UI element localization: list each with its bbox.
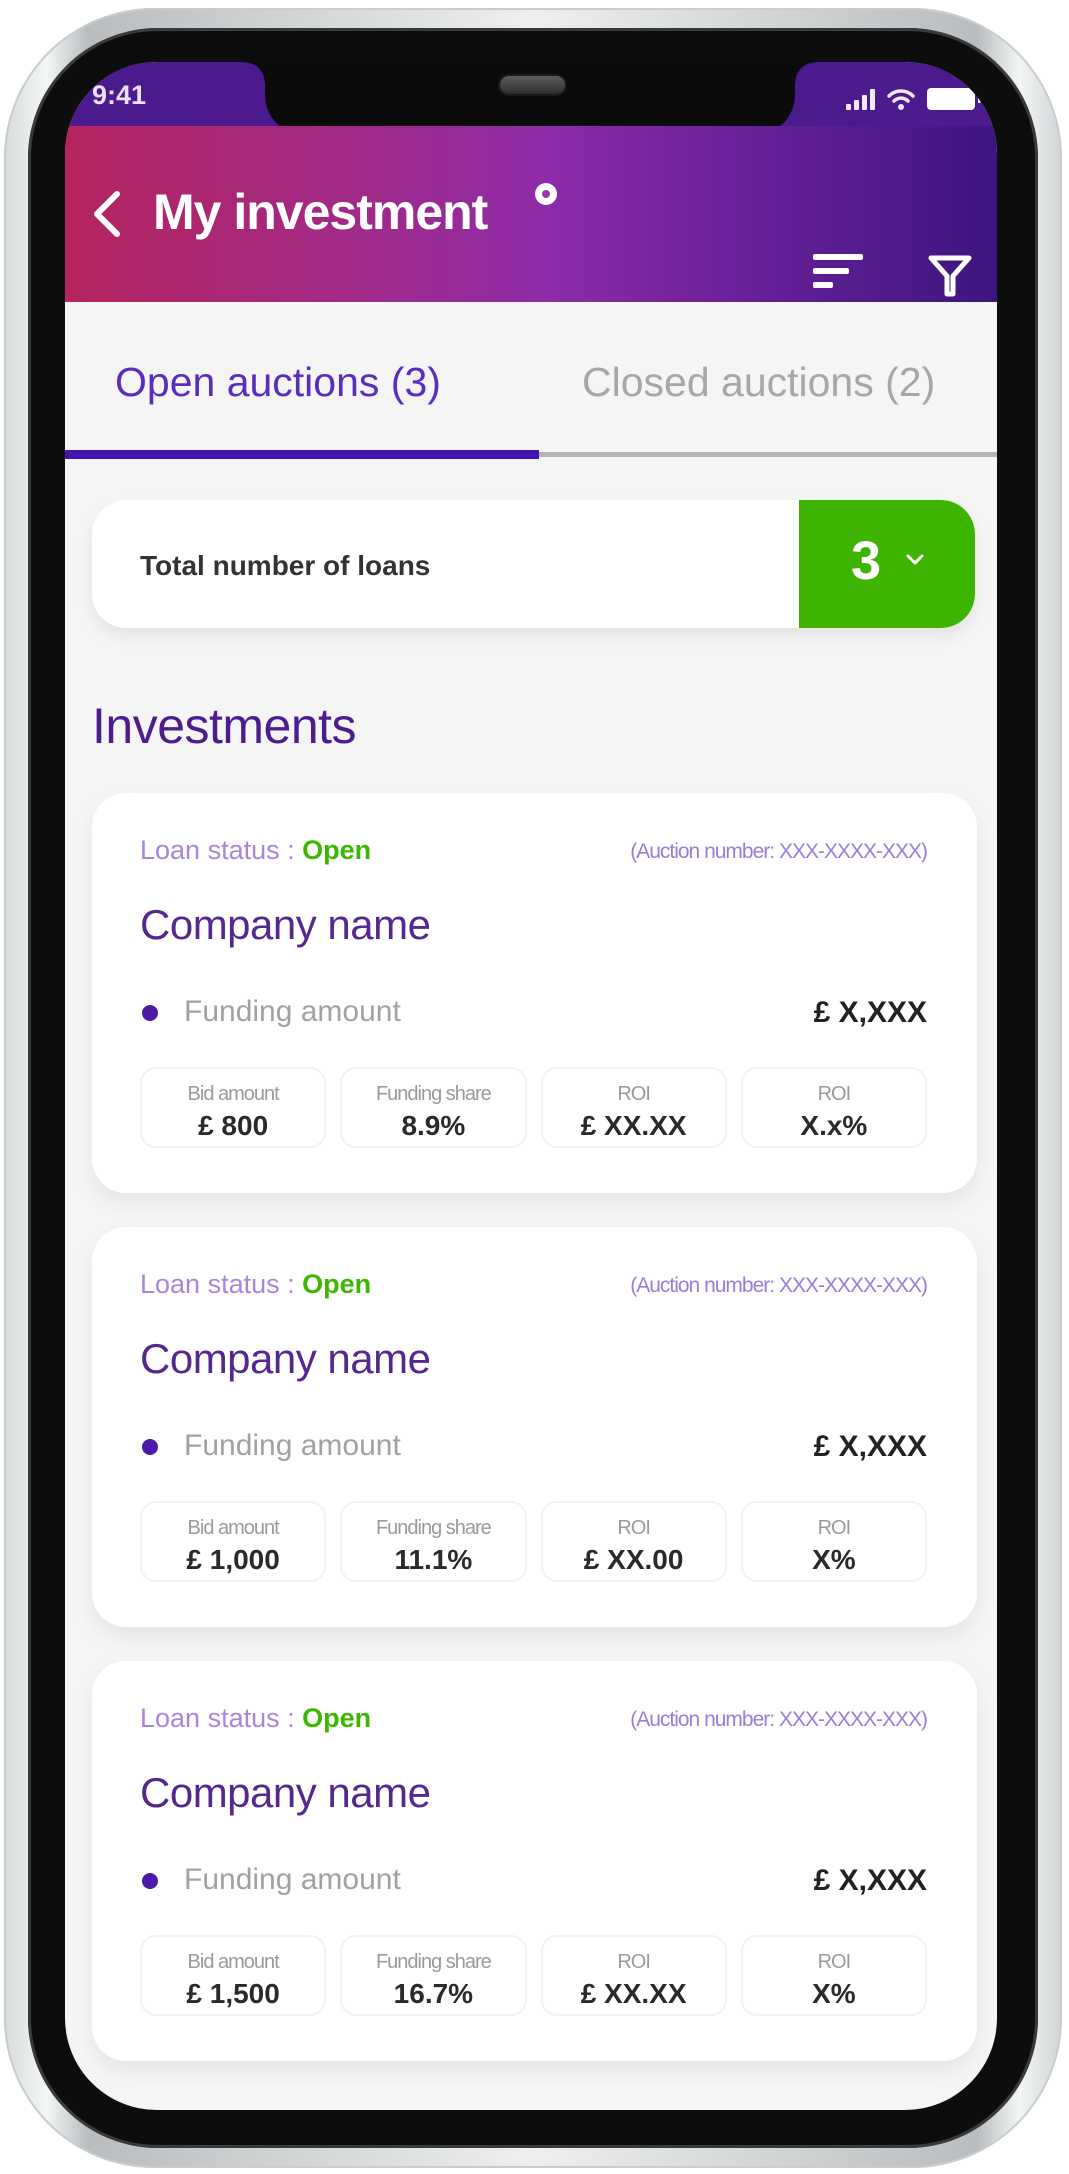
stat-roi-percent: ROI X% bbox=[740, 1501, 927, 1582]
stat-label: Bid amount bbox=[187, 1083, 280, 1105]
stat-funding-share: Funding share 16.7% bbox=[340, 1935, 527, 2016]
stat-roi-amount: ROI £ XX.00 bbox=[540, 1501, 727, 1582]
bullet-icon bbox=[142, 1005, 158, 1021]
tab-open-auctions[interactable]: Open auctions (3) bbox=[115, 359, 441, 406]
stat-value: £ 800 bbox=[198, 1110, 269, 1141]
investment-card[interactable]: Loan status : Open (Auction number: XXX-… bbox=[92, 1661, 977, 2061]
battery-icon bbox=[927, 88, 981, 110]
stat-value: 8.9% bbox=[401, 1110, 466, 1141]
company-name: Company name bbox=[140, 1335, 431, 1382]
funding-amount-label: Funding amount bbox=[184, 1429, 401, 1462]
investment-card[interactable]: Loan status : Open (Auction number: XXX-… bbox=[92, 1227, 977, 1627]
stat-value: £ 1,500 bbox=[186, 1978, 280, 2009]
page-title: My investment bbox=[153, 184, 488, 240]
stat-roi-percent: ROI X.x% bbox=[740, 1067, 927, 1148]
stat-value: X.x% bbox=[800, 1110, 868, 1141]
speaker-grille bbox=[500, 76, 565, 94]
funding-amount-value: £ X,XXX bbox=[813, 1864, 927, 1897]
auction-tabs: Open auctions (3) Closed auctions (2) bbox=[65, 302, 997, 460]
loan-status-label: Loan status : bbox=[140, 835, 303, 865]
stat-label: ROI bbox=[617, 1951, 651, 1973]
bullet-icon bbox=[142, 1873, 158, 1889]
auction-number: (Auction number: XXX-XXXX-XXX) bbox=[630, 840, 928, 863]
investments-heading: Investments bbox=[92, 698, 357, 754]
bullet-icon bbox=[142, 1439, 158, 1455]
stat-label: Bid amount bbox=[187, 1517, 280, 1539]
loan-status-value: Open bbox=[302, 1269, 372, 1299]
loan-status: Loan status : Open bbox=[140, 835, 371, 866]
company-name: Company name bbox=[140, 901, 431, 948]
company-name: Company name bbox=[140, 1769, 431, 1816]
status-icons bbox=[846, 82, 981, 110]
loan-status: Loan status : Open bbox=[140, 1703, 371, 1734]
loans-count-value: 3 bbox=[851, 531, 882, 591]
stat-label: Funding share bbox=[375, 1083, 492, 1105]
back-button[interactable] bbox=[87, 188, 127, 240]
phone-screen: 9:41 My investment Open auctions (3) Clo… bbox=[65, 62, 997, 2110]
stat-value: 11.1% bbox=[394, 1544, 473, 1575]
filter-button[interactable] bbox=[927, 254, 973, 298]
stat-label: ROI bbox=[817, 1951, 852, 1973]
sort-icon bbox=[813, 254, 865, 288]
stat-value: £ XX.XX bbox=[580, 1978, 687, 2009]
info-icon[interactable] bbox=[535, 183, 557, 205]
funding-amount-label: Funding amount bbox=[184, 995, 401, 1028]
stat-bid-amount: Bid amount £ 1,500 bbox=[140, 1935, 327, 2016]
wifi-icon bbox=[887, 88, 915, 110]
stat-label: ROI bbox=[817, 1083, 852, 1105]
stat-label: ROI bbox=[817, 1517, 852, 1539]
loans-count-dropdown[interactable]: 3 bbox=[799, 500, 975, 628]
stat-value: 16.7% bbox=[393, 1978, 474, 2009]
status-time: 9:41 bbox=[92, 80, 147, 110]
stat-funding-share: Funding share 11.1% bbox=[340, 1501, 527, 1582]
stat-bid-amount: Bid amount £ 800 bbox=[140, 1067, 327, 1148]
filter-icon bbox=[928, 255, 972, 297]
stat-label: Bid amount bbox=[187, 1951, 280, 1973]
loan-status-value: Open bbox=[302, 1703, 372, 1733]
sort-button[interactable] bbox=[813, 254, 865, 298]
investment-card[interactable]: Loan status : Open (Auction number: XXX-… bbox=[92, 793, 977, 1193]
stat-bid-amount: Bid amount £ 1,000 bbox=[140, 1501, 327, 1582]
stat-value: £ XX.XX bbox=[580, 1110, 687, 1141]
funding-amount-value: £ X,XXX bbox=[813, 996, 927, 1029]
funding-amount-label: Funding amount bbox=[184, 1863, 401, 1896]
stat-value: X% bbox=[812, 1978, 856, 2009]
stats-row: Bid amount £ 1,000 Funding share 11.1% ROI… bbox=[140, 1501, 927, 1582]
stat-value: X% bbox=[812, 1544, 856, 1575]
stat-label: Funding share bbox=[375, 1951, 492, 1973]
auction-number: (Auction number: XXX-XXXX-XXX) bbox=[630, 1708, 928, 1731]
loan-status: Loan status : Open bbox=[140, 1269, 371, 1300]
stat-label: ROI bbox=[617, 1517, 651, 1539]
loan-status-label: Loan status : bbox=[140, 1269, 303, 1299]
chevron-left-icon bbox=[94, 191, 120, 237]
stat-funding-share: Funding share 8.9% bbox=[340, 1067, 527, 1148]
auction-number: (Auction number: XXX-XXXX-XXX) bbox=[630, 1274, 928, 1297]
stat-label: ROI bbox=[617, 1083, 651, 1105]
camera-notch bbox=[245, 62, 815, 135]
stat-value: £ 1,000 bbox=[186, 1544, 280, 1575]
app-header: My investment bbox=[65, 126, 997, 302]
loan-status-label: Loan status : bbox=[140, 1703, 303, 1733]
funding-amount-value: £ X,XXX bbox=[813, 1430, 927, 1463]
total-loans-summary: Total number of loans 3 bbox=[92, 500, 975, 628]
loan-status-value: Open bbox=[302, 835, 372, 865]
chevron-down-icon bbox=[906, 554, 924, 565]
stat-roi-percent: ROI X% bbox=[740, 1935, 927, 2016]
stats-row: Bid amount £ 1,500 Funding share 16.7% ROI… bbox=[140, 1935, 927, 2016]
tab-closed-auctions[interactable]: Closed auctions (2) bbox=[582, 359, 935, 406]
stats-row: Bid amount £ 800 Funding share 8.9% ROI £ X… bbox=[140, 1067, 927, 1148]
active-tab-indicator bbox=[65, 450, 539, 459]
total-loans-label: Total number of loans bbox=[140, 550, 431, 581]
stat-roi-amount: ROI £ XX.XX bbox=[540, 1935, 727, 2016]
signal-icon bbox=[846, 88, 875, 110]
stat-value: £ XX.00 bbox=[583, 1544, 684, 1575]
stat-roi-amount: ROI £ XX.XX bbox=[540, 1067, 727, 1148]
stat-label: Funding share bbox=[375, 1517, 492, 1539]
